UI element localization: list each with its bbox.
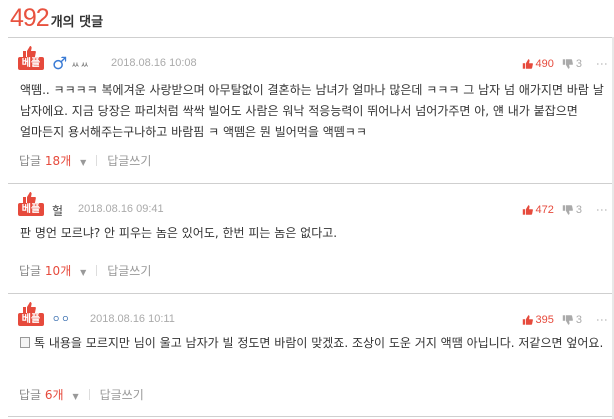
thumbs-down-icon [562, 59, 573, 69]
author-name: ㅇㅇ [52, 315, 71, 325]
comment-item: 베플 ㅇㅇ 2018.08.16 10:11 395 3 ⋮ 톡 내용을 모르지… [8, 293, 614, 417]
write-reply-link[interactable]: 답글쓰기 [107, 262, 151, 279]
best-label: 베플 [18, 57, 44, 70]
comment-text: 판 명언 모르냐? 안 피우는 놈은 있어도, 한번 피는 놈은 없다고. [20, 226, 338, 240]
comment-text-content: 톡 내용을 모르지만 님이 울고 남자가 빌 정도면 바람이 맞겠죠. 조상이 … [34, 336, 604, 350]
downvote-button[interactable]: 3 [562, 204, 582, 216]
replies-count: 18개 [44, 154, 72, 168]
comment-count: 492 [10, 4, 50, 32]
best-label: 베플 [18, 313, 44, 326]
vote-group: 395 3 ⋮ [522, 314, 609, 326]
comment-footer: 답글 18개 ▼ 답글쓰기 [19, 152, 151, 169]
comment-text: 톡 내용을 모르지만 님이 울고 남자가 빌 정도면 바람이 맞겠죠. 조상이 … [20, 333, 610, 354]
best-label: 베플 [18, 203, 44, 216]
more-options-icon[interactable]: ⋮ [595, 314, 609, 326]
downvote-count: 3 [575, 204, 582, 216]
author-name: ㅆㅆ [71, 60, 90, 71]
comment-item: 베플 ♂ ㅆㅆ 2018.08.16 10:08 490 3 ⋮ 액뗌.. ㅋㅋ… [8, 37, 614, 183]
thumbs-up-icon [522, 59, 533, 69]
upvote-button[interactable]: 490 [522, 58, 554, 70]
comment-author[interactable]: ♂ ㅆㅆ [52, 54, 90, 74]
replies-toggle[interactable]: 답글 18개 ▼ [19, 152, 86, 169]
replies-toggle[interactable]: 답글 6개 ▼ [19, 386, 79, 403]
thumbs-up-icon [522, 205, 533, 215]
thumbs-down-icon [562, 205, 573, 215]
more-options-icon[interactable]: ⋮ [595, 58, 609, 70]
author-name: 헐 [52, 204, 64, 218]
comment-date: 2018.08.16 09:41 [78, 203, 164, 215]
thumbs-down-icon [562, 315, 573, 325]
divider [96, 155, 98, 166]
comment-item: 베플 헐 2018.08.16 09:41 472 3 ⋮ 판 명언 모르냐? … [8, 183, 614, 293]
best-badge: 베플 [18, 192, 44, 218]
comment-author[interactable]: ㅇㅇ [52, 312, 71, 325]
chevron-down-icon: ▼ [72, 392, 79, 401]
vote-group: 490 3 ⋮ [522, 58, 609, 70]
replies-label: 답글 [19, 154, 42, 168]
comment-list: 베플 ♂ ㅆㅆ 2018.08.16 10:08 490 3 ⋮ 액뗌.. ㅋㅋ… [8, 37, 614, 417]
comment-date: 2018.08.16 10:11 [90, 313, 175, 325]
document-icon [20, 337, 30, 348]
comment-count-header: 492 개의 댓글 [10, 4, 103, 34]
write-reply-link[interactable]: 답글쓰기 [107, 152, 151, 169]
downvote-button[interactable]: 3 [562, 314, 582, 326]
upvote-button[interactable]: 472 [522, 204, 554, 216]
more-options-icon[interactable]: ⋮ [595, 204, 609, 216]
best-badge: 베플 [18, 302, 44, 328]
replies-toggle[interactable]: 답글 10개 ▼ [19, 262, 86, 279]
write-reply-link[interactable]: 답글쓰기 [100, 386, 144, 403]
best-badge: 베플 [18, 46, 44, 72]
comment-footer: 답글 6개 ▼ 답글쓰기 [19, 386, 144, 403]
replies-count: 10개 [44, 264, 72, 278]
divider [96, 265, 98, 276]
male-icon: ♂ [52, 54, 68, 74]
upvote-count: 395 [535, 314, 554, 326]
vote-group: 472 3 ⋮ [522, 204, 609, 216]
upvote-button[interactable]: 395 [522, 314, 554, 326]
downvote-count: 3 [575, 314, 582, 326]
divider [88, 389, 90, 400]
chevron-down-icon: ▼ [80, 268, 87, 277]
comment-count-suffix: 개의 댓글 [50, 15, 104, 30]
chevron-down-icon: ▼ [80, 158, 87, 167]
thumbs-up-icon [522, 315, 533, 325]
downvote-button[interactable]: 3 [562, 58, 582, 70]
replies-count: 6개 [44, 388, 64, 402]
replies-label: 답글 [19, 264, 42, 278]
replies-label: 답글 [19, 388, 42, 402]
upvote-count: 472 [535, 204, 554, 216]
upvote-count: 490 [535, 58, 554, 70]
comment-text: 액뗌.. ㅋㅋㅋㅋ 복에겨운 사랑받으며 아무탈없이 결혼하는 남녀가 얼마나 … [20, 83, 604, 139]
comment-author[interactable]: 헐 [52, 202, 63, 219]
comment-footer: 답글 10개 ▼ 답글쓰기 [19, 262, 151, 279]
comment-date: 2018.08.16 10:08 [111, 57, 197, 69]
downvote-count: 3 [575, 58, 582, 70]
